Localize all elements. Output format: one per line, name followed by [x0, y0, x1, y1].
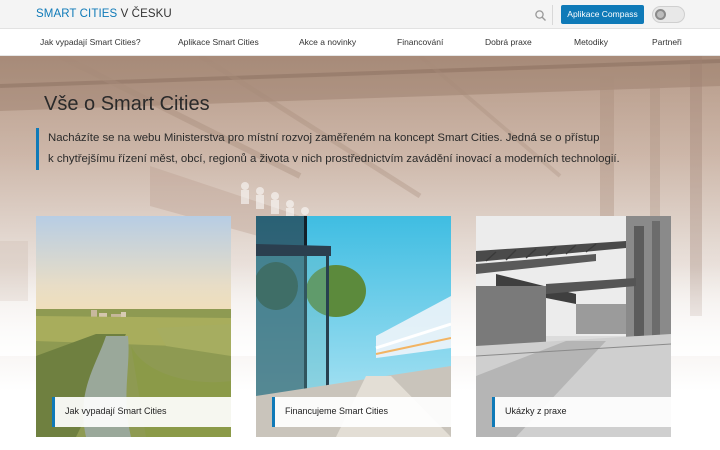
- nav-item-how-smart-cities-look[interactable]: Jak vypadají Smart Cities?: [40, 37, 141, 47]
- contrast-toggle[interactable]: [652, 6, 685, 23]
- page-title: Vše o Smart Cities: [44, 93, 210, 115]
- search-button[interactable]: [534, 9, 548, 23]
- site-logo[interactable]: SMART CITIES V ČESKU: [36, 8, 172, 20]
- compass-app-button[interactable]: Aplikace Compass: [561, 5, 644, 24]
- nav-item-methodologies[interactable]: Metodiky: [574, 37, 608, 47]
- toggle-icon: [655, 9, 666, 20]
- card-label: Ukázky z praxe: [492, 397, 671, 427]
- card-label: Financujeme Smart Cities: [272, 397, 451, 427]
- header-divider: [552, 5, 553, 25]
- intro-line-2: k chytřejšímu řízení měst, obcí, regionů…: [48, 153, 620, 165]
- nav-item-applications[interactable]: Aplikace Smart Cities: [178, 37, 259, 47]
- nav-item-partners[interactable]: Partneři: [652, 37, 682, 47]
- card-financing-smart-cities[interactable]: Financujeme Smart Cities: [256, 216, 451, 437]
- nav-item-financing[interactable]: Financování: [397, 37, 443, 47]
- card-how-smart-cities-look[interactable]: Jak vypadají Smart Cities: [36, 216, 231, 437]
- nav-item-events-news[interactable]: Akce a novinky: [299, 37, 356, 47]
- top-header: SMART CITIES V ČESKU Aplikace Compass: [0, 0, 720, 29]
- intro-line-1: Nacházíte se na webu Ministerstva pro mí…: [48, 132, 600, 144]
- card-examples-from-practice[interactable]: Ukázky z praxe: [476, 216, 671, 437]
- brand-suffix: V ČESKU: [120, 8, 172, 20]
- main-nav: Jak vypadají Smart Cities? Aplikace Smar…: [0, 29, 720, 56]
- intro-text: Nacházíte se na webu Ministerstva pro mí…: [36, 128, 676, 170]
- nav-item-good-practice[interactable]: Dobrá praxe: [485, 37, 532, 47]
- brand-name: SMART CITIES: [36, 8, 118, 20]
- search-icon: [535, 10, 546, 21]
- card-label: Jak vypadají Smart Cities: [52, 397, 231, 427]
